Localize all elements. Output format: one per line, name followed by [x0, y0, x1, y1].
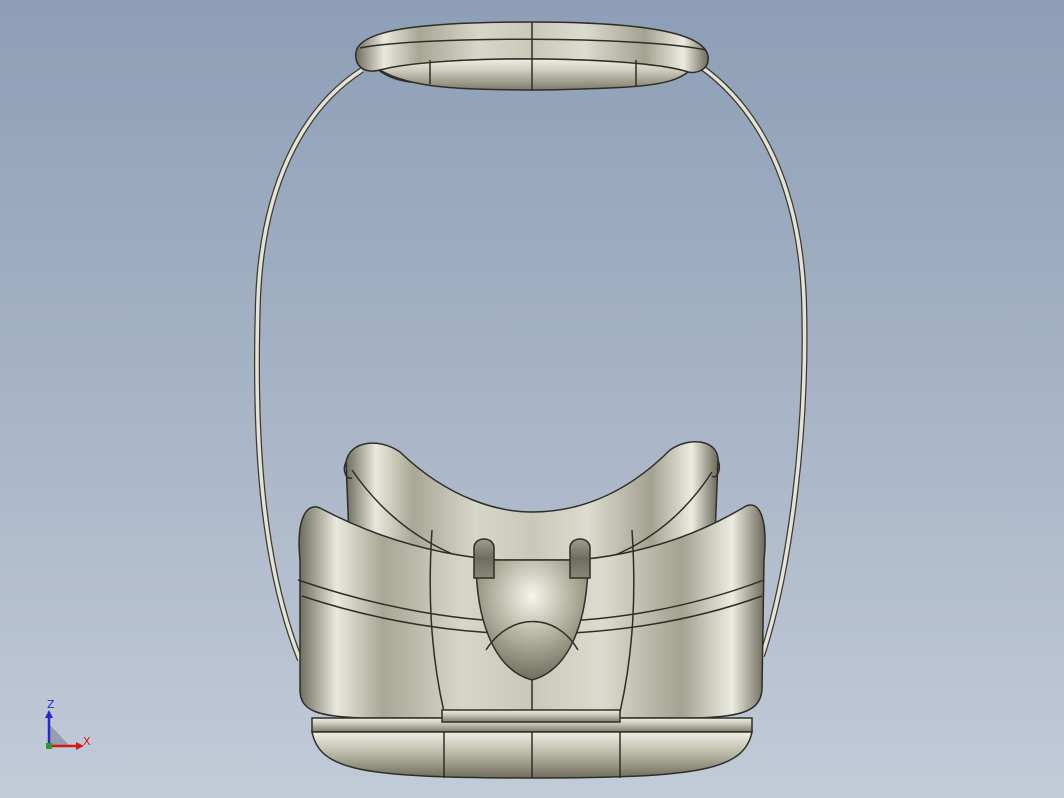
cad-3d-viewport[interactable]: Z X	[0, 0, 1064, 798]
z-axis-label: Z	[47, 698, 55, 711]
vr-headset-model[interactable]	[0, 0, 1064, 798]
headset-base[interactable]	[311, 709, 753, 779]
x-axis-label: X	[83, 735, 91, 748]
top-head-pad[interactable]	[355, 21, 709, 91]
y-axis	[46, 743, 52, 749]
axis-triad: Z X	[40, 698, 100, 758]
